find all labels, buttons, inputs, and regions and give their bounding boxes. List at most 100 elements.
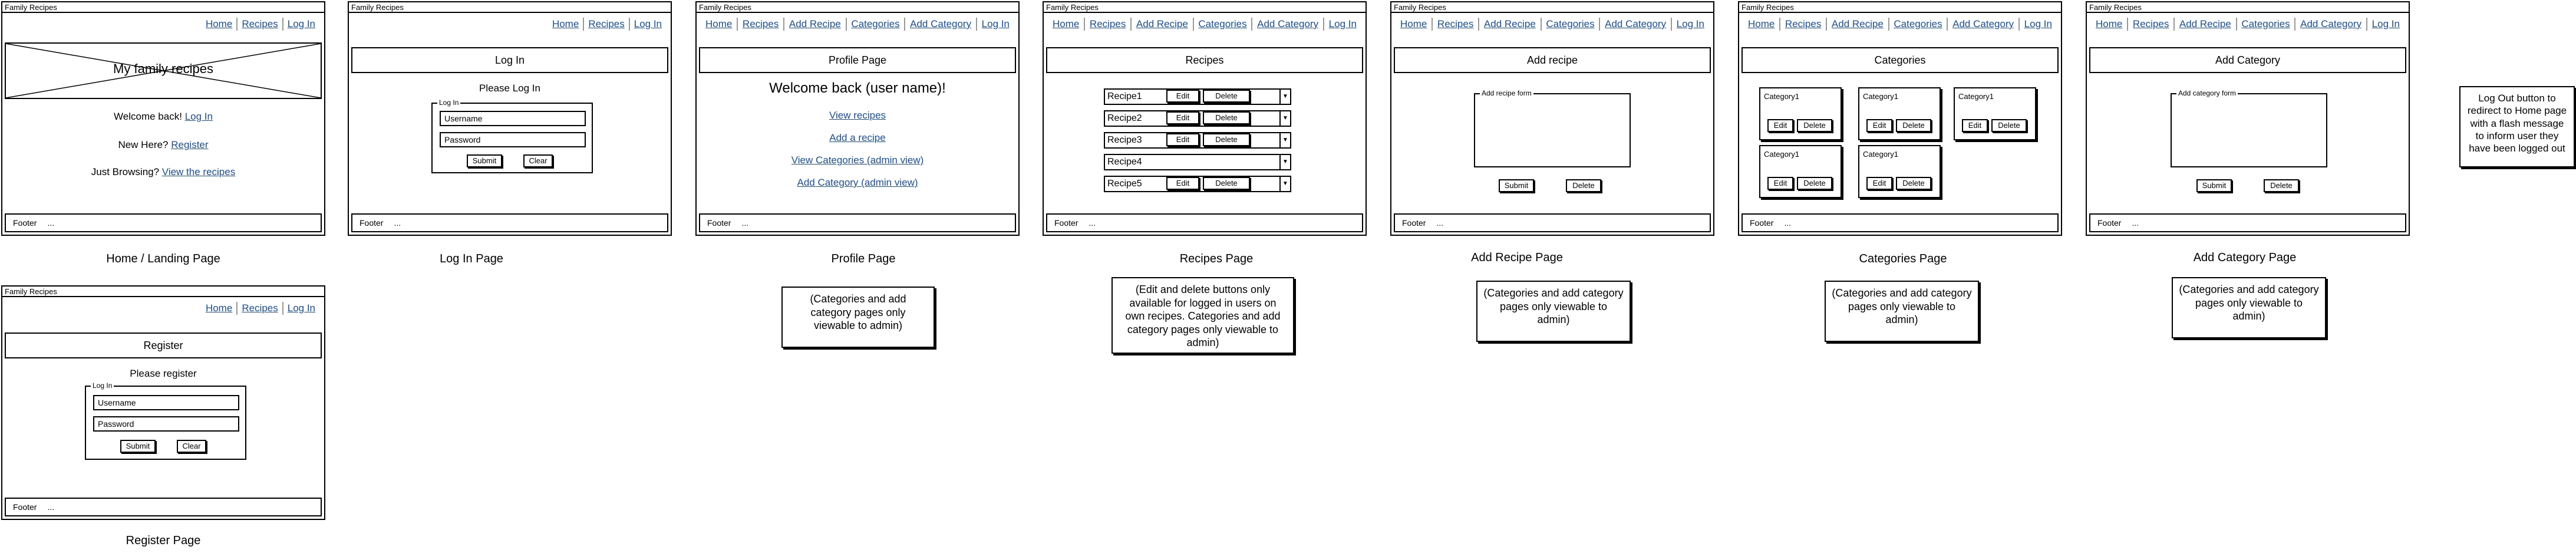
delete-button[interactable]: Delete xyxy=(1203,111,1250,124)
edit-button[interactable]: Edit xyxy=(1166,133,1199,146)
delete-button[interactable]: Delete xyxy=(1203,133,1250,146)
caption-categories: Categories Page xyxy=(1859,252,1947,265)
profile-note: (Categories and add category pages only … xyxy=(781,287,935,348)
add-recipe-form: Add recipe form xyxy=(1474,89,1631,167)
nav-recipes[interactable]: Recipes xyxy=(1086,18,1130,30)
category-card: Category1 Edit Delete xyxy=(1858,145,1941,198)
nav-add-category[interactable]: Add Category xyxy=(1601,18,1670,30)
nav-home[interactable]: Home xyxy=(202,18,236,30)
nav-login[interactable]: Log In xyxy=(630,18,666,30)
nav-recipes[interactable]: Recipes xyxy=(1781,18,1825,30)
welcome-login-link[interactable]: Log In xyxy=(185,111,213,122)
delete-button[interactable]: Delete xyxy=(1203,177,1250,190)
edit-button[interactable]: Edit xyxy=(1767,119,1793,132)
add-category-form: Add category form xyxy=(2171,89,2327,167)
recipe-name: Recipe5 xyxy=(1107,179,1142,189)
nav-recipes[interactable]: Recipes xyxy=(2129,18,2173,30)
nav-login[interactable]: Log In xyxy=(1673,18,1708,30)
delete-button[interactable]: Delete xyxy=(1203,90,1250,103)
delete-button[interactable]: Delete xyxy=(1896,119,1931,132)
chevron-down-icon[interactable]: ▼ xyxy=(1279,155,1290,169)
nav-full: Home Recipes Add Recipe Categories Add C… xyxy=(1048,18,1361,31)
view-recipes-link[interactable]: View recipes xyxy=(829,110,886,121)
nav-categories[interactable]: Categories xyxy=(1889,18,1946,30)
recipe-row[interactable]: Recipe3 Edit Delete ▼ xyxy=(1104,132,1291,149)
add-recipe-link[interactable]: Add a recipe xyxy=(829,132,885,143)
nav-add-category[interactable]: Add Category xyxy=(1253,18,1322,30)
nav-add-recipe[interactable]: Add Recipe xyxy=(1480,18,1540,30)
delete-button[interactable]: Delete xyxy=(1566,179,1601,192)
chevron-down-icon[interactable]: ▼ xyxy=(1279,111,1290,126)
nav-login[interactable]: Log In xyxy=(283,302,319,314)
nav-categories[interactable]: Categories xyxy=(1194,18,1251,30)
login-prompt: Please Log In xyxy=(479,83,540,94)
clear-button[interactable]: Clear xyxy=(523,154,553,167)
delete-button[interactable]: Delete xyxy=(1797,119,1832,132)
submit-button[interactable]: Submit xyxy=(467,154,502,167)
nav-add-category[interactable]: Add Category xyxy=(906,18,975,30)
delete-button[interactable]: Delete xyxy=(2264,179,2299,192)
delete-button[interactable]: Delete xyxy=(1991,119,2027,132)
nav-home[interactable]: Home xyxy=(2092,18,2126,30)
edit-button[interactable]: Edit xyxy=(1166,111,1199,124)
nav-recipes[interactable]: Recipes xyxy=(238,302,282,314)
register-link[interactable]: Register xyxy=(171,139,208,150)
caption-login: Log In Page xyxy=(440,252,503,265)
view-categories-link[interactable]: View Categories (admin view) xyxy=(791,154,924,166)
nav-login[interactable]: Log In xyxy=(2020,18,2056,30)
username-field[interactable]: Username xyxy=(93,395,239,410)
nav-home[interactable]: Home xyxy=(1744,18,1779,30)
edit-button[interactable]: Edit xyxy=(1166,177,1199,190)
submit-button[interactable]: Submit xyxy=(120,440,156,453)
recipe-row[interactable]: Recipe1 Edit Delete ▼ xyxy=(1104,88,1291,105)
recipe-row[interactable]: Recipe5 Edit Delete ▼ xyxy=(1104,176,1291,192)
clear-button[interactable]: Clear xyxy=(177,440,206,453)
nav-add-recipe[interactable]: Add Recipe xyxy=(2175,18,2235,30)
window-title: Family Recipes xyxy=(2,2,324,13)
nav-home[interactable]: Home xyxy=(701,18,736,30)
nav-home[interactable]: Home xyxy=(1396,18,1431,30)
edit-button[interactable]: Edit xyxy=(1866,119,1892,132)
add-category-link[interactable]: Add Category (admin view) xyxy=(797,177,918,188)
nav-login[interactable]: Log In xyxy=(2368,18,2404,30)
recipe-name: Recipe4 xyxy=(1107,157,1142,167)
new-here-line: New Here? Register xyxy=(118,139,209,150)
nav-recipes[interactable]: Recipes xyxy=(584,18,628,30)
nav-recipes[interactable]: Recipes xyxy=(1433,18,1477,30)
nav-recipes[interactable]: Recipes xyxy=(738,18,783,30)
nav-add-recipe[interactable]: Add Recipe xyxy=(1828,18,1888,30)
edit-button[interactable]: Edit xyxy=(1767,177,1793,190)
nav-login[interactable]: Log In xyxy=(1325,18,1361,30)
nav-add-category[interactable]: Add Category xyxy=(2296,18,2366,30)
nav-categories[interactable]: Categories xyxy=(2237,18,2294,30)
edit-button[interactable]: Edit xyxy=(1866,177,1892,190)
nav-login[interactable]: Log In xyxy=(283,18,319,30)
password-field[interactable]: Password xyxy=(93,416,239,432)
submit-button[interactable]: Submit xyxy=(2196,179,2232,192)
nav-categories[interactable]: Categories xyxy=(847,18,903,30)
nav-login[interactable]: Log In xyxy=(978,18,1014,30)
password-field[interactable]: Password xyxy=(440,132,586,147)
nav-home[interactable]: Home xyxy=(548,18,583,30)
edit-button[interactable]: Edit xyxy=(1962,119,1988,132)
username-field[interactable]: Username xyxy=(440,111,586,126)
chevron-down-icon[interactable]: ▼ xyxy=(1279,133,1290,147)
nav-recipes[interactable]: Recipes xyxy=(238,18,282,30)
nav-add-category[interactable]: Add Category xyxy=(1948,18,2018,30)
delete-button[interactable]: Delete xyxy=(1896,177,1931,190)
nav-categories[interactable]: Categories xyxy=(1542,18,1598,30)
nav-add-recipe[interactable]: Add Recipe xyxy=(785,18,845,30)
recipe-row[interactable]: Recipe4 ▼ xyxy=(1104,154,1291,170)
view-recipes-link[interactable]: View the recipes xyxy=(162,166,235,177)
chevron-down-icon[interactable]: ▼ xyxy=(1279,177,1290,191)
submit-button[interactable]: Submit xyxy=(1499,179,1534,192)
edit-button[interactable]: Edit xyxy=(1166,90,1199,103)
chevron-down-icon[interactable]: ▼ xyxy=(1279,90,1290,104)
nav-add-recipe[interactable]: Add Recipe xyxy=(1132,18,1192,30)
nav-home[interactable]: Home xyxy=(1048,18,1083,30)
recipe-row[interactable]: Recipe2 Edit Delete ▼ xyxy=(1104,110,1291,127)
delete-button[interactable]: Delete xyxy=(1797,177,1832,190)
banner-image-placeholder: My family recipes xyxy=(5,42,322,99)
nav-home[interactable]: Home xyxy=(202,302,236,314)
recipe-name: Recipe3 xyxy=(1107,135,1142,145)
